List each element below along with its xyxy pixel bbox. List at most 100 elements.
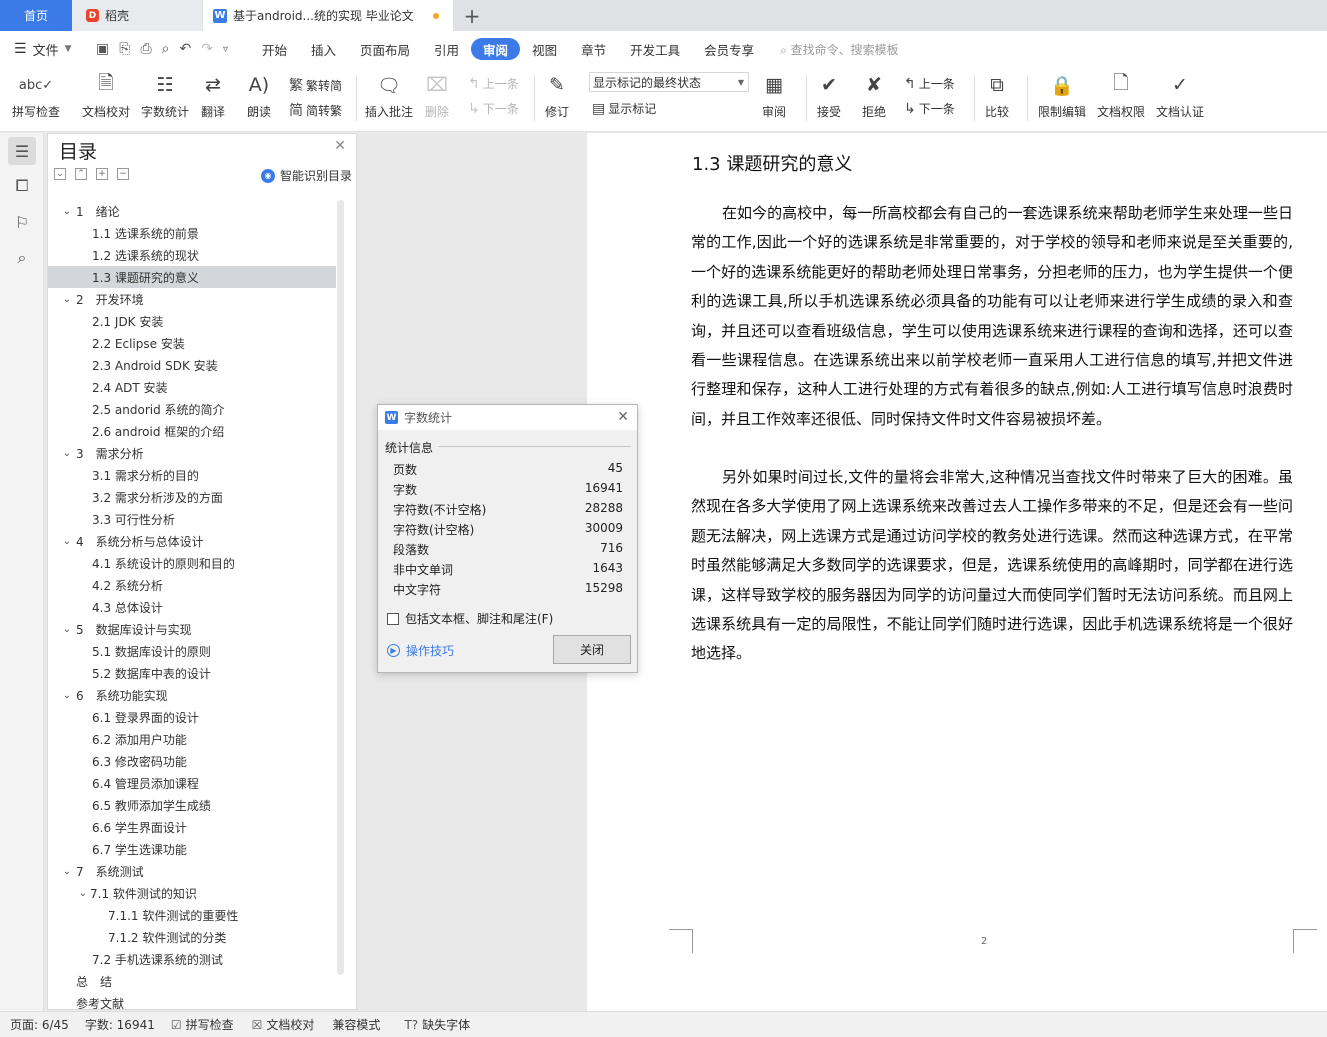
toc-item[interactable]: 总 结 — [48, 970, 336, 992]
toc-icon[interactable]: ☰ — [8, 137, 36, 165]
collapse-all-icon[interactable]: ⌃ — [75, 168, 87, 180]
toc-item[interactable]: ⌄ 6 系统功能实现 — [48, 684, 336, 706]
compare-button[interactable]: ⧉ 比较 — [983, 71, 1011, 120]
toc-item[interactable]: 3.1 需求分析的目的 — [48, 464, 336, 486]
restrict-edit-button[interactable]: 🔒 限制编辑 — [1038, 71, 1086, 120]
read-aloud-button[interactable]: A) 朗读 — [245, 71, 273, 120]
toc-item[interactable]: 5.1 数据库设计的原则 — [48, 640, 336, 662]
delete-comment-button[interactable]: ⌧ 删除 — [423, 71, 451, 120]
chevron-down-icon[interactable]: ⌄ — [60, 690, 74, 701]
print-icon[interactable]: ⎙ — [140, 41, 151, 57]
proof-status[interactable]: ☒ 文档校对 — [252, 1016, 315, 1033]
remove-heading-icon[interactable]: − — [117, 168, 129, 180]
tips-link[interactable]: ▶ 操作技巧 — [387, 642, 454, 659]
tab-view[interactable]: 视图 — [520, 38, 569, 60]
chevron-down-icon[interactable]: ⌄ — [60, 536, 74, 547]
search-icon[interactable]: ⌕ — [8, 244, 36, 272]
tab-start[interactable]: 开始 — [250, 38, 299, 60]
save-icon[interactable]: ▣ — [96, 41, 109, 57]
prev-comment-button[interactable]: ↰ 上一条 — [468, 75, 519, 92]
toc-item[interactable]: 7.2 手机选课系统的测试 — [48, 948, 336, 970]
smart-toc-button[interactable]: ◉ 智能识别目录 — [260, 167, 352, 184]
print-preview-icon[interactable]: ⌕ — [162, 41, 170, 57]
toc-item[interactable]: 5.2 数据库中表的设计 — [48, 662, 336, 684]
expand-all-icon[interactable]: ⌄ — [54, 168, 66, 180]
undo-icon[interactable]: ↶ — [179, 41, 191, 57]
next-change-button[interactable]: ↳ 下一条 — [904, 100, 955, 117]
export-icon[interactable]: ⎘ — [119, 41, 130, 57]
toc-item[interactable]: 2.3 Android SDK 安装 — [48, 354, 336, 376]
chevron-down-icon[interactable]: ⌄ — [76, 888, 90, 899]
toc-item[interactable]: ⌄ 1 绪论 — [48, 200, 336, 222]
toc-item[interactable]: 1.2 选课系统的现状 — [48, 244, 336, 266]
toc-item[interactable]: ⌄ 2 开发环境 — [48, 288, 336, 310]
translate-button[interactable]: ⇄ 翻译 — [199, 71, 227, 120]
toc-item[interactable]: ⌄ 5 数据库设计与实现 — [48, 618, 336, 640]
tab-insert[interactable]: 插入 — [299, 38, 348, 60]
accept-button[interactable]: ✔ 接受 — [815, 71, 843, 120]
toc-item[interactable]: 6.6 学生界面设计 — [48, 816, 336, 838]
toc-item[interactable]: 6.2 添加用户功能 — [48, 728, 336, 750]
toc-item[interactable]: 2.2 Eclipse 安装 — [48, 332, 336, 354]
tab-page-layout[interactable]: 页面布局 — [348, 38, 422, 60]
tab-references[interactable]: 引用 — [422, 38, 471, 60]
toc-scrollbar[interactable] — [337, 200, 344, 975]
toc-item[interactable]: 2.1 JDK 安装 — [48, 310, 336, 332]
doc-proof-button[interactable]: 🗎 文档校对 — [82, 71, 130, 120]
insert-comment-button[interactable]: 🗨 插入批注 — [365, 71, 413, 120]
toc-item[interactable]: 3.3 可行性分析 — [48, 508, 336, 530]
toc-item[interactable]: 2.5 andorid 系统的简介 — [48, 398, 336, 420]
toc-item[interactable]: 参考文献 — [48, 992, 336, 1010]
to-simplified-button[interactable]: 简简转繁 — [289, 100, 342, 120]
to-traditional-button[interactable]: 繁繁转简 — [289, 75, 342, 95]
show-markup-button[interactable]: ▤ 显示标记 — [592, 100, 656, 117]
tab-daoke[interactable]: D 稻壳 — [72, 0, 202, 31]
tab-home[interactable]: 首页 — [0, 0, 72, 31]
toc-item[interactable]: ⌄ 7.1 软件测试的知识 — [48, 882, 336, 904]
tab-member[interactable]: 会员专享 — [692, 38, 766, 60]
tab-review[interactable]: 审阅 — [471, 38, 521, 60]
dialog-titlebar[interactable]: W 字数统计 — [378, 405, 637, 430]
toc-item[interactable]: 3.2 需求分析涉及的方面 — [48, 486, 336, 508]
toc-item[interactable]: 6.5 教师添加学生成绩 — [48, 794, 336, 816]
toc-item[interactable]: 6.4 管理员添加课程 — [48, 772, 336, 794]
toc-item[interactable]: ⌄ 7 系统测试 — [48, 860, 336, 882]
next-comment-button[interactable]: ↳ 下一条 — [468, 100, 519, 117]
tab-developer[interactable]: 开发工具 — [618, 38, 692, 60]
file-menu-button[interactable]: ☰ 文件 ▼ — [0, 40, 88, 59]
document-page[interactable]: 1.3 课题研究的意义 在如今的高校中，每一所高校都会有自己的一套选课系统来帮助… — [587, 133, 1327, 1011]
toc-item[interactable]: 4.3 总体设计 — [48, 596, 336, 618]
customize-icon[interactable]: ▿ — [223, 44, 228, 55]
command-search[interactable]: ⌕ 查找命令、搜索模板 — [780, 41, 899, 58]
chevron-down-icon[interactable]: ⌄ — [60, 448, 74, 459]
toc-item[interactable]: 7.1.2 软件测试的分类 — [48, 926, 336, 948]
reject-button[interactable]: ✘ 拒绝 — [860, 71, 888, 120]
toc-item[interactable]: 2.4 ADT 安装 — [48, 376, 336, 398]
tab-document[interactable]: W 基于android...统的实现 毕业论文 — [203, 0, 453, 31]
missing-font-status[interactable]: T? 缺失字体 — [404, 1016, 470, 1033]
toc-item[interactable]: ⌄ 3 需求分析 — [48, 442, 336, 464]
doc-permission-button[interactable]: 🗋 文档权限 — [1097, 71, 1145, 120]
close-icon[interactable]: ✕ — [334, 138, 346, 154]
redo-icon[interactable]: ↷ — [201, 41, 213, 57]
bookmark-icon[interactable]: ⚐ — [8, 208, 36, 236]
chevron-down-icon[interactable]: ⌄ — [60, 294, 74, 305]
toc-item[interactable]: 7.1.1 软件测试的重要性 — [48, 904, 336, 926]
prev-change-button[interactable]: ↰ 上一条 — [904, 75, 955, 92]
new-tab-button[interactable]: + — [458, 0, 486, 31]
spellcheck-status[interactable]: ☑ 拼写检查 — [171, 1016, 234, 1033]
chevron-down-icon[interactable]: ⌄ — [60, 866, 74, 877]
add-heading-icon[interactable]: + — [96, 168, 108, 180]
toc-item[interactable]: ⌄ 4 系统分析与总体设计 — [48, 530, 336, 552]
track-changes-button[interactable]: ✎ 修订 — [543, 71, 571, 120]
review-pane-button[interactable]: ▦ 审阅 — [760, 71, 788, 120]
toc-item[interactable]: 6.7 学生选课功能 — [48, 838, 336, 860]
word-count-indicator[interactable]: 字数: 16941 — [85, 1016, 155, 1033]
word-count-button[interactable]: ☷ 字数统计 — [141, 71, 189, 120]
toc-item[interactable]: 1.1 选课系统的前景 — [48, 222, 336, 244]
spellcheck-button[interactable]: abc✓ 拼写检查 — [12, 71, 60, 120]
toc-item[interactable]: 4.1 系统设计的原则和目的 — [48, 552, 336, 574]
close-icon[interactable]: ✕ — [617, 409, 629, 425]
tab-chapter[interactable]: 章节 — [569, 38, 618, 60]
chapter-nav-icon[interactable]: ⧠ — [8, 172, 36, 200]
